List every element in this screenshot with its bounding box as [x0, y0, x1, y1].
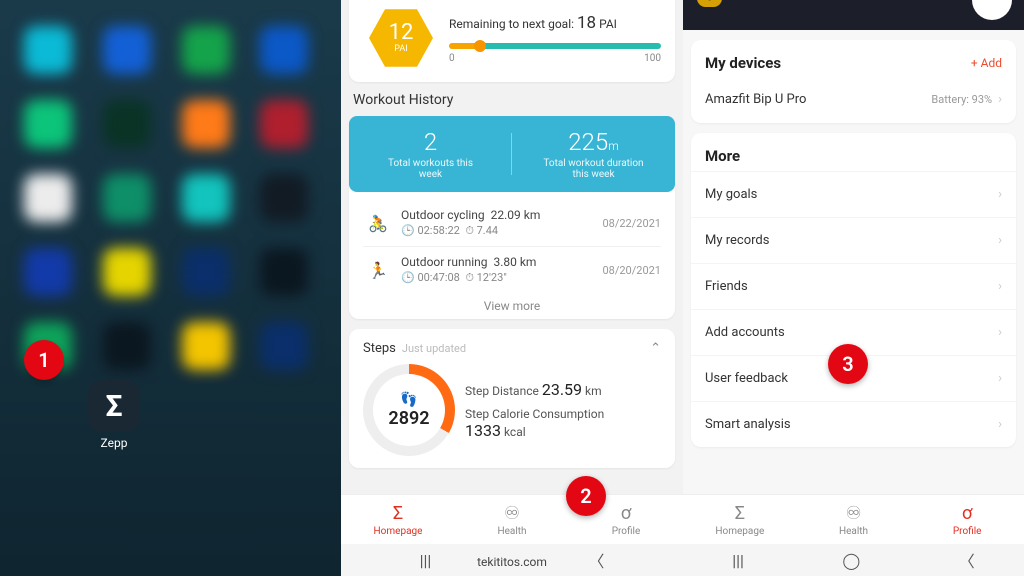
- cycling-icon: 🚴: [363, 208, 393, 238]
- step-badge-1: 1: [24, 340, 64, 380]
- zepp-app[interactable]: Σ Zepp: [88, 380, 140, 450]
- view-more-link[interactable]: View more: [363, 293, 661, 315]
- workout-item[interactable]: 🏃 Outdoor running 3.80 km 🕒 00:47:08 ⏱ 1…: [363, 246, 661, 293]
- steps-count: 2892: [388, 408, 429, 429]
- home-label: tekititos.com: [341, 555, 683, 569]
- workout-item[interactable]: 🚴 Outdoor cycling 22.09 km 🕒 02:58:22 ⏱ …: [363, 200, 661, 246]
- workout-summary: 2 Total workouts this week 225m Total wo…: [349, 116, 675, 192]
- tab-homepage[interactable]: ΣHomepage: [683, 495, 797, 544]
- bottom-tab-bar: ΣHomepage ♾Health ơProfile: [341, 494, 683, 544]
- pai-hexagon: 12 PAI: [369, 6, 433, 70]
- tab-profile[interactable]: ơProfile: [910, 495, 1024, 544]
- pai-value: 12: [389, 22, 414, 44]
- more-card: More My goals› My records› Friends› Add …: [691, 133, 1016, 447]
- more-title: More: [691, 133, 1016, 171]
- device-row[interactable]: Amazfit Bip U Pro Battery: 93% ›: [691, 76, 1016, 123]
- pai-card[interactable]: 12 PAI Remaining to next goal: 18 PAI 01…: [349, 0, 675, 82]
- pai-progress-bar: [449, 43, 661, 49]
- my-devices-title: My devices: [705, 54, 781, 72]
- reached-goals-pill[interactable]: ●: [697, 0, 722, 7]
- step-badge-2: 2: [566, 476, 606, 516]
- row-my-goals[interactable]: My goals›: [691, 171, 1016, 217]
- profile-header: ●: [683, 0, 1024, 30]
- workout-count: 2: [349, 128, 512, 156]
- zepp-app-label: Zepp: [88, 436, 140, 450]
- row-my-records[interactable]: My records›: [691, 217, 1016, 263]
- pai-remaining-text: Remaining to next goal: 18 PAI: [449, 13, 661, 33]
- steps-card[interactable]: Steps Just updated ⌃ 👣 2892 Step Distanc…: [349, 329, 675, 468]
- android-nav-bar: ||| ◯ 〈: [683, 544, 1024, 576]
- app-grid-blurred: [0, 0, 341, 396]
- android-nav-bar: ||| tekititos.com 〈: [341, 544, 683, 576]
- pai-unit: PAI: [394, 44, 407, 54]
- zepp-app-icon: Σ: [88, 380, 140, 432]
- row-friends[interactable]: Friends›: [691, 263, 1016, 309]
- chevron-up-icon[interactable]: ⌃: [650, 341, 661, 356]
- running-icon: 🏃: [363, 255, 393, 285]
- bottom-tab-bar: ΣHomepage ♾Health ơProfile: [683, 494, 1024, 544]
- home-screen-panel: Σ Zepp: [0, 0, 341, 576]
- device-battery: Battery: 93%: [931, 93, 992, 106]
- tab-health[interactable]: ♾Health: [455, 495, 569, 544]
- add-device-button[interactable]: + Add: [971, 56, 1002, 70]
- zepp-profile-panel: ● My devices + Add Amazfit Bip U Pro Bat…: [683, 0, 1024, 576]
- workout-history-card[interactable]: 2 Total workouts this week 225m Total wo…: [349, 116, 675, 319]
- recents-button[interactable]: |||: [732, 551, 744, 570]
- step-badge-3: 3: [828, 344, 868, 384]
- workout-duration: 225m: [512, 128, 675, 156]
- tab-health[interactable]: ♾Health: [797, 495, 911, 544]
- tab-homepage[interactable]: ΣHomepage: [341, 495, 455, 544]
- home-button[interactable]: ◯: [842, 551, 860, 570]
- chevron-right-icon: ›: [998, 92, 1002, 107]
- zepp-homepage-panel: 12 PAI Remaining to next goal: 18 PAI 01…: [341, 0, 683, 576]
- avatar[interactable]: [972, 0, 1012, 20]
- my-devices-card: My devices + Add Amazfit Bip U Pro Batte…: [691, 40, 1016, 123]
- steps-progress-ring: 👣 2892: [363, 364, 455, 456]
- back-button[interactable]: 〈: [959, 548, 975, 572]
- footprints-icon: 👣: [400, 392, 417, 408]
- steps-title: Steps: [363, 341, 396, 356]
- workout-history-title: Workout History: [353, 92, 671, 108]
- row-smart-analysis[interactable]: Smart analysis›: [691, 401, 1016, 447]
